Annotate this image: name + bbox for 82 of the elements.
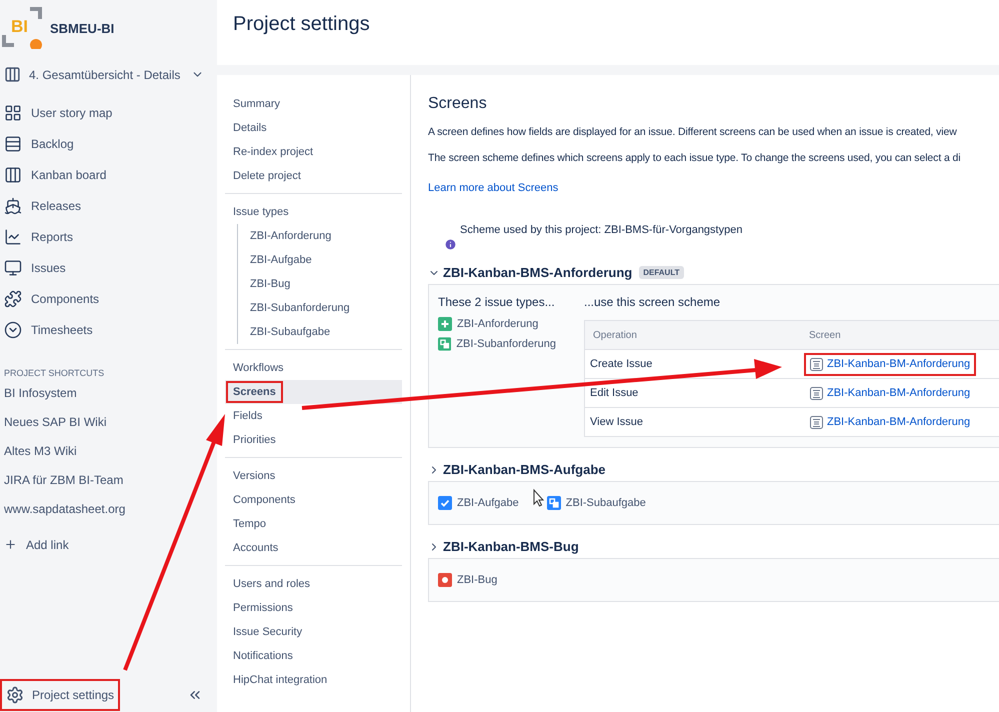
settings-nav-item[interactable]: Priorities <box>225 428 402 452</box>
sidebar-item[interactable]: Issues <box>0 252 217 283</box>
settings-nav-item[interactable]: Re-index project <box>225 140 402 164</box>
settings-nav-item[interactable]: Issue types <box>225 200 402 224</box>
learn-more-link[interactable]: Learn more about Screens <box>428 182 558 194</box>
project-settings-link[interactable]: Project settings <box>2 681 118 709</box>
columns-icon <box>4 66 21 83</box>
circle-chevron-icon <box>4 320 22 338</box>
settings-nav-subitem[interactable]: ZBI-Subanforderung <box>238 296 402 320</box>
issue-type-name: ZBI-Anforderung <box>457 318 538 330</box>
issue-type-name: ZBI-Subanforderung <box>456 338 556 350</box>
board-selector[interactable]: 4. Gesamtübersicht - Details <box>4 66 204 83</box>
settings-nav-item[interactable]: Permissions <box>225 596 402 620</box>
screen-link[interactable]: ZBI-Kanban-BM-Anforderung <box>806 354 974 374</box>
sidebar-item[interactable]: User story map <box>0 97 217 128</box>
settings-nav-subitem[interactable]: ZBI-Anforderung <box>238 224 402 248</box>
columns-icon <box>4 166 22 184</box>
column-heading: ...use this screen scheme <box>584 295 722 309</box>
description-text: The screen scheme defines which screens apply to each issue type. To change the screens used, you can select a di <box>428 152 962 164</box>
sidebar-item[interactable]: Backlog <box>0 128 217 159</box>
shortcut-link[interactable]: www.sapdatasheet.org <box>0 500 217 529</box>
settings-icon <box>6 686 24 704</box>
settings-nav-item[interactable]: Accounts <box>225 536 402 560</box>
settings-nav-item[interactable]: Tempo <box>225 512 402 536</box>
screen-link[interactable]: ZBI-Kanban-BM-Anforderung <box>806 412 974 432</box>
settings-nav-item[interactable]: Issue Security <box>225 620 402 644</box>
section-heading: PROJECT SHORTCUTS <box>4 368 106 378</box>
scheme-info-text: Scheme used by this project: ZBI-BMS-für-Vorgangstypen <box>460 224 744 236</box>
issue-type-name: ZBI-Bug <box>457 574 498 586</box>
sidebar-item[interactable]: Releases <box>0 190 217 221</box>
shortcut-link[interactable]: Neues SAP BI Wiki <box>0 413 217 442</box>
settings-nav-item[interactable]: Details <box>225 116 402 140</box>
screen-icon <box>810 386 823 400</box>
settings-nav-item[interactable]: Users and roles <box>225 572 402 596</box>
default-badge: DEFAULT <box>639 266 684 279</box>
mouse-cursor-icon <box>534 488 544 507</box>
scheme-name: ZBI-Kanban-BMS-Bug <box>443 539 579 554</box>
table-header: Operation <box>584 320 801 350</box>
settings-nav-item[interactable]: Delete project <box>225 164 402 188</box>
settings-nav-item[interactable]: Versions <box>225 464 402 488</box>
scheme-name: ZBI-Kanban-BMS-Aufgabe <box>443 462 606 477</box>
puzzle-icon <box>4 290 22 308</box>
settings-nav-item[interactable]: Fields <box>225 404 402 428</box>
screen-icon <box>810 416 823 428</box>
settings-nav-item[interactable]: Notifications <box>225 644 402 668</box>
screen-link[interactable]: ZBI-Kanban-BM-Anforderung <box>806 384 974 402</box>
project-name: SBMEU-BI <box>50 20 114 36</box>
add-link-button[interactable]: Add link <box>0 529 217 560</box>
monitor-icon <box>4 258 22 276</box>
scheme-name: ZBI-Kanban-BMS-Anforderung <box>443 265 632 280</box>
issue-type-name: ZBI-Subaufgabe <box>566 497 646 509</box>
description-text: A screen defines how fields are displayed for an issue. Different screens can be used when an issue is created, view <box>428 126 958 138</box>
settings-nav-subitem[interactable]: ZBI-Aufgabe <box>238 248 402 272</box>
line-chart-icon <box>4 228 22 246</box>
info-icon <box>444 238 457 251</box>
settings-nav-item[interactable]: Screens <box>225 380 402 404</box>
shortcut-link[interactable]: JIRA für ZBM BI-Team <box>0 471 217 500</box>
project-logo: BI <box>2 7 44 49</box>
page-title: Project settings <box>233 13 370 36</box>
table-header: Screen <box>801 320 999 350</box>
operation-cell: Edit Issue <box>584 378 801 408</box>
grid-icon <box>4 104 22 122</box>
operation-cell: View Issue <box>584 408 801 436</box>
issue-type-name: ZBI-Aufgabe <box>457 497 519 509</box>
settings-nav-subitem[interactable]: ZBI-Subaufgabe <box>238 320 402 344</box>
settings-nav-item[interactable]: Workflows <box>225 356 402 380</box>
settings-nav-subitem[interactable]: ZBI-Bug <box>238 272 402 296</box>
ship-icon <box>4 196 22 214</box>
column-heading: These 2 issue types... <box>438 295 556 309</box>
settings-nav-item[interactable]: HipChat integration <box>225 668 402 692</box>
screen-icon <box>810 358 823 370</box>
shortcut-link[interactable]: Altes M3 Wiki <box>0 442 217 471</box>
settings-nav-item[interactable]: Components <box>225 488 402 512</box>
stacked-rows-icon <box>4 134 22 152</box>
sidebar-item[interactable]: Kanban board <box>0 159 217 190</box>
sidebar-item[interactable]: Reports <box>0 221 217 252</box>
settings-nav-item[interactable]: Summary <box>225 92 402 116</box>
shortcut-link[interactable]: BI Infosystem <box>0 384 217 413</box>
sidebar-item[interactable]: Timesheets <box>0 314 217 345</box>
plus-icon <box>4 538 17 551</box>
sidebar-item[interactable]: Components <box>0 283 217 314</box>
section-title: Screens <box>428 95 488 113</box>
